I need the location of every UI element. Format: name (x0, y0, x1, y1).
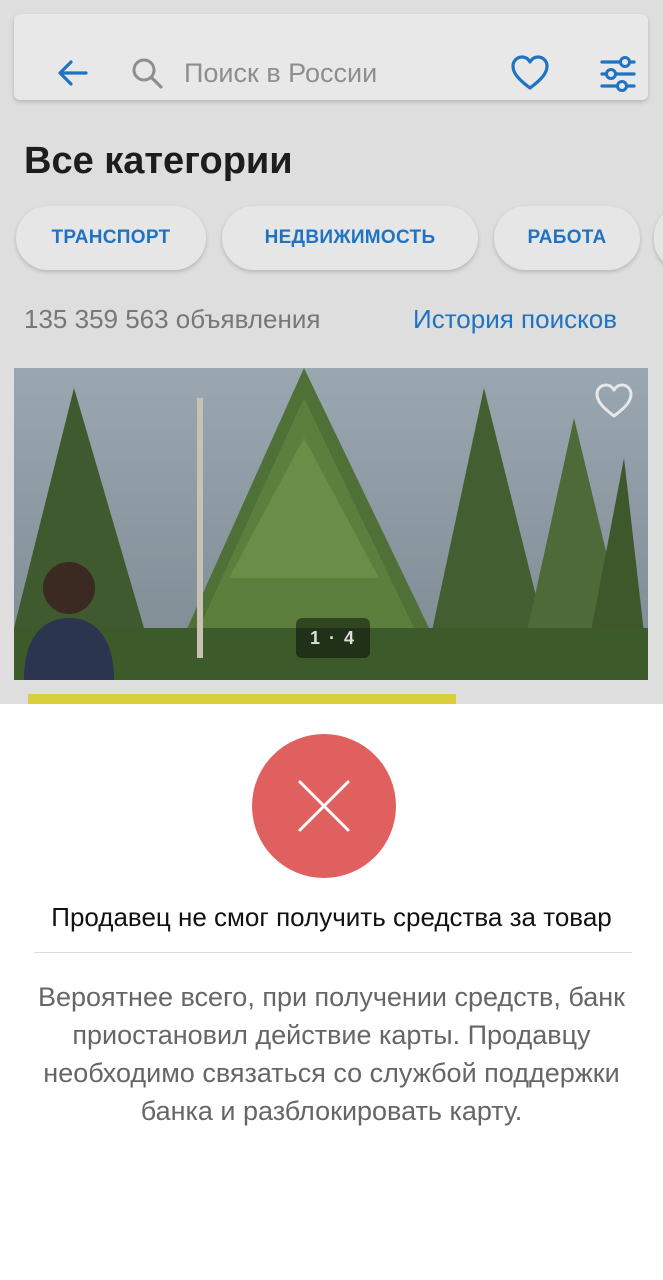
search-history-link[interactable]: История поисков (413, 304, 617, 335)
heart-icon[interactable] (510, 54, 550, 92)
error-message: Вероятнее всего, при получении средств, … (38, 982, 625, 1126)
category-chip-realty[interactable]: НЕДВИЖИМОСТЬ (222, 206, 478, 270)
app-background: Все категории ТРАНСПОРТ НЕДВИЖИМОСТЬ РАБ… (0, 0, 663, 704)
search-bar (14, 14, 648, 100)
ads-count: 135 359 563 объявления (24, 304, 321, 334)
error-dialog: Продавец не смог получить средства за то… (0, 704, 663, 1280)
search-icon (132, 58, 163, 89)
category-chip-more[interactable] (654, 206, 663, 270)
error-title: Продавец не смог получить средства за то… (51, 902, 612, 932)
listing-favorite-icon[interactable] (594, 382, 634, 420)
categories-title: Все категории (24, 140, 293, 182)
listing-highlight-strip (28, 694, 456, 704)
back-arrow-icon[interactable] (56, 56, 90, 90)
category-chip-jobs[interactable]: РАБОТА (494, 206, 640, 270)
close-icon (298, 780, 350, 832)
search-input[interactable] (184, 54, 484, 92)
image-counter: 1 · 4 (296, 618, 371, 658)
filter-icon[interactable] (598, 54, 638, 94)
divider (34, 952, 632, 953)
category-chip-transport[interactable]: ТРАНСПОРТ (16, 206, 206, 270)
error-badge (252, 734, 396, 878)
